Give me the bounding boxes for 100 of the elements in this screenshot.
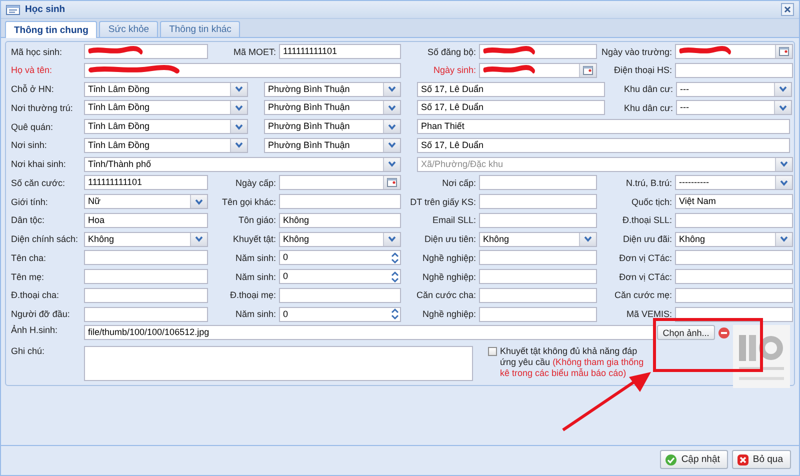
field-label: Mã học sinh: bbox=[11, 46, 62, 56]
chevron-down-icon[interactable] bbox=[388, 104, 396, 111]
chevron-down-icon[interactable] bbox=[388, 142, 396, 148]
text-field[interactable] bbox=[479, 288, 597, 303]
file-path-field[interactable]: file/thumb/100/100/106512.jpg bbox=[84, 325, 654, 340]
dropdown[interactable]: Tỉnh Lâm Đồng bbox=[84, 100, 248, 116]
dropdown[interactable]: Phường Bình Thuận bbox=[264, 138, 401, 153]
dropdown[interactable]: Tỉnh Lâm Đồng bbox=[84, 82, 248, 96]
text-field[interactable] bbox=[675, 250, 793, 266]
field-label: Ghi chú: bbox=[11, 346, 45, 356]
chevron-down-icon[interactable] bbox=[195, 236, 203, 242]
date-field[interactable] bbox=[675, 44, 793, 59]
text-field[interactable]: 111111111101 bbox=[84, 175, 208, 190]
dropdown[interactable]: Tỉnh Lâm Đồng bbox=[84, 138, 248, 153]
field-label: Email SLL: bbox=[432, 215, 476, 226]
text-field[interactable] bbox=[84, 250, 208, 266]
text-field[interactable]: Việt Nam bbox=[675, 194, 793, 209]
spinner-arrows-icon[interactable] bbox=[391, 308, 399, 320]
calendar-icon[interactable] bbox=[583, 66, 593, 75]
field-label: Diện ưu tiên: bbox=[424, 234, 476, 244]
text-field[interactable] bbox=[84, 44, 208, 59]
choose-image-button[interactable]: Chọn ảnh... bbox=[657, 325, 715, 340]
save-button[interactable]: Cập nhật bbox=[660, 450, 728, 469]
chevron-down-icon[interactable] bbox=[235, 142, 243, 148]
text-field[interactable] bbox=[84, 62, 401, 78]
calendar-icon[interactable] bbox=[387, 178, 397, 188]
chevron-down-icon[interactable] bbox=[780, 236, 788, 242]
calendar-icon[interactable] bbox=[779, 47, 789, 56]
field-label: Người đỡ đầu: bbox=[11, 309, 70, 319]
chevron-down-icon[interactable] bbox=[388, 86, 396, 92]
checkbox[interactable] bbox=[488, 347, 497, 356]
dropdown[interactable]: Không bbox=[479, 232, 597, 246]
dropdown[interactable]: --- bbox=[676, 82, 792, 96]
tab[interactable]: Thông tin khác bbox=[160, 21, 240, 37]
chevron-down-icon[interactable] bbox=[235, 124, 243, 130]
dropdown[interactable]: Tỉnh Lâm Đồng bbox=[84, 119, 248, 134]
remove-icon[interactable] bbox=[718, 326, 730, 339]
text-field[interactable] bbox=[279, 194, 401, 209]
dropdown[interactable]: Phường Bình Thuận bbox=[264, 119, 401, 134]
chevron-down-icon[interactable] bbox=[584, 236, 592, 242]
text-field[interactable] bbox=[675, 269, 793, 284]
chevron-down-icon[interactable] bbox=[235, 86, 243, 92]
chevron-down-icon[interactable] bbox=[388, 236, 396, 242]
close-button[interactable] bbox=[781, 3, 794, 16]
text-field[interactable]: Số 17, Lê Duẩn bbox=[417, 138, 790, 153]
number-field[interactable]: 0 bbox=[279, 306, 401, 322]
dropdown[interactable]: Phường Bình Thuận bbox=[264, 82, 401, 96]
note-field[interactable] bbox=[84, 346, 473, 382]
text-field[interactable] bbox=[84, 288, 208, 303]
text-field[interactable] bbox=[479, 306, 597, 322]
text-field[interactable] bbox=[479, 44, 597, 59]
cancel-button[interactable]: Bỏ qua bbox=[732, 450, 791, 469]
dropdown[interactable]: Không bbox=[279, 232, 401, 246]
text-field[interactable] bbox=[84, 269, 208, 284]
text-field[interactable] bbox=[675, 288, 793, 303]
dropdown[interactable]: Không bbox=[84, 232, 208, 246]
text-field[interactable]: Hoa bbox=[84, 212, 208, 228]
number-field[interactable]: 0 bbox=[279, 269, 401, 284]
text-field[interactable] bbox=[675, 62, 793, 78]
field-label: Quốc tịch: bbox=[631, 196, 672, 206]
text-field[interactable]: Số 17, Lê Duẩn bbox=[417, 82, 605, 96]
text-field[interactable] bbox=[279, 288, 401, 303]
text-field[interactable] bbox=[84, 306, 208, 322]
date-field[interactable] bbox=[279, 175, 401, 190]
chevron-down-icon[interactable] bbox=[780, 180, 788, 186]
field-label: Tên mẹ: bbox=[11, 272, 44, 282]
chevron-down-icon[interactable] bbox=[780, 161, 788, 167]
dropdown[interactable]: ---------- bbox=[675, 175, 793, 190]
spinner-arrows-icon[interactable] bbox=[391, 252, 399, 264]
text-field[interactable] bbox=[479, 250, 597, 266]
chevron-down-icon[interactable] bbox=[779, 86, 787, 92]
chevron-down-icon[interactable] bbox=[388, 161, 396, 167]
chevron-down-icon[interactable] bbox=[779, 104, 787, 111]
text-field[interactable]: 111111111101 bbox=[279, 44, 401, 59]
tab[interactable]: Thông tin chung bbox=[5, 21, 98, 38]
number-field[interactable]: 0 bbox=[279, 250, 401, 266]
window-icon bbox=[6, 4, 20, 14]
dropdown[interactable]: --- bbox=[676, 100, 792, 116]
field-label: Quê quán: bbox=[11, 122, 54, 132]
text-field[interactable] bbox=[675, 212, 793, 228]
tab[interactable]: Sức khỏe bbox=[99, 21, 158, 37]
text-field[interactable] bbox=[479, 269, 597, 284]
dropdown[interactable]: Xã/Phường/Đặc khu bbox=[417, 156, 793, 172]
text-field[interactable]: Số 17, Lê Duẩn bbox=[417, 100, 605, 116]
text-field[interactable]: Không bbox=[279, 212, 401, 228]
text-field[interactable]: Phan Thiết bbox=[417, 119, 790, 134]
field-label: Khu dân cư: bbox=[624, 84, 673, 94]
dropdown[interactable]: Tỉnh/Thành phố bbox=[84, 156, 401, 172]
spinner-arrows-icon[interactable] bbox=[391, 270, 399, 282]
text-field[interactable] bbox=[479, 212, 597, 228]
text-field[interactable] bbox=[479, 175, 597, 190]
field-label: Tôn giáo: bbox=[238, 215, 276, 226]
chevron-down-icon[interactable] bbox=[388, 124, 396, 130]
dropdown[interactable]: Không bbox=[675, 232, 793, 246]
date-field[interactable] bbox=[479, 62, 597, 78]
text-field[interactable] bbox=[479, 194, 597, 209]
dropdown[interactable]: Nữ bbox=[84, 194, 208, 209]
chevron-down-icon[interactable] bbox=[195, 198, 203, 204]
chevron-down-icon[interactable] bbox=[235, 104, 243, 111]
dropdown[interactable]: Phường Bình Thuận bbox=[264, 100, 401, 116]
